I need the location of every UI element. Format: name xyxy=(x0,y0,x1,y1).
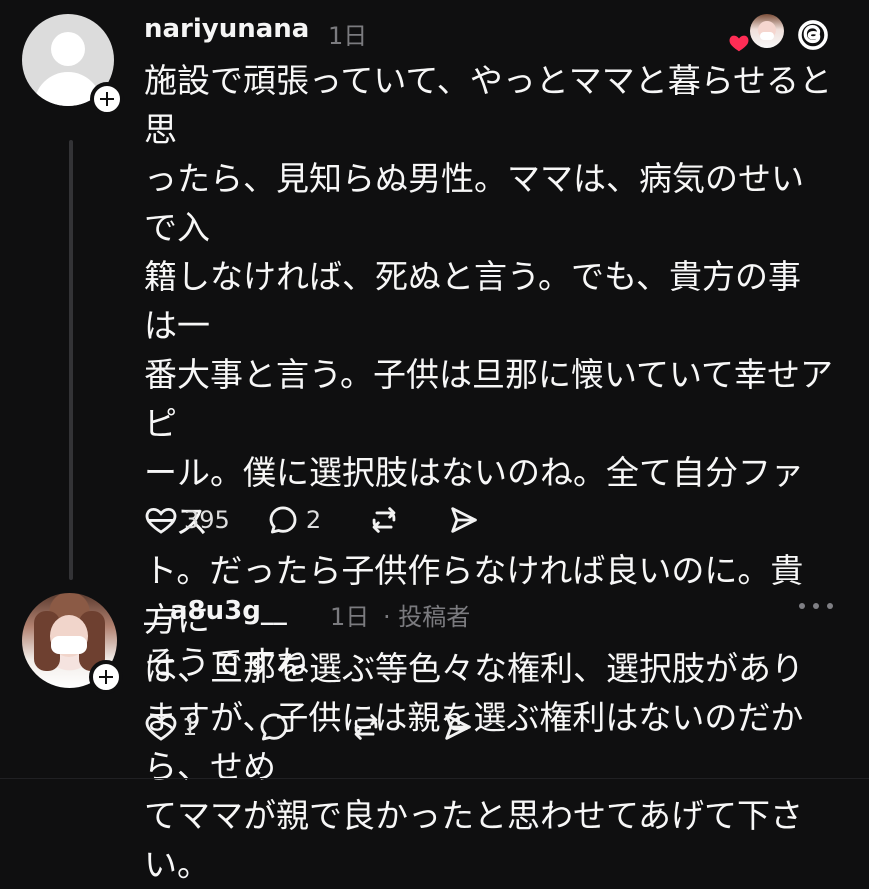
more-dot xyxy=(813,603,819,609)
main-username[interactable]: nariyunana xyxy=(144,14,309,44)
repost-icon xyxy=(354,714,378,740)
send-icon xyxy=(445,714,472,740)
main-time: 1日 xyxy=(328,22,368,50)
threads-icon[interactable] xyxy=(794,16,832,54)
reply-count: 2 xyxy=(305,506,322,534)
main-post-text: 施設で頑張っていて、やっとママと暮らせると思 ったら、見知らぬ男性。ママは、病気… xyxy=(144,61,834,884)
reply-share-button[interactable] xyxy=(441,710,475,744)
reply-repost-button[interactable] xyxy=(349,710,383,744)
bottom-divider xyxy=(0,778,869,779)
avatar-head-shape xyxy=(51,32,85,66)
heart-outline-icon xyxy=(145,714,177,741)
follow-plus-icon[interactable] xyxy=(90,82,124,116)
share-button[interactable] xyxy=(447,503,481,537)
comment-icon xyxy=(260,713,288,741)
reply-avatar[interactable] xyxy=(22,593,123,694)
send-icon xyxy=(451,507,477,533)
liked-by-avatar[interactable] xyxy=(750,14,784,48)
thread-line xyxy=(69,140,73,580)
author-label: · 投稿者 xyxy=(383,603,471,631)
main-post-actions: 395 2 xyxy=(144,503,517,537)
reply-post-text: そうですね xyxy=(144,643,309,682)
more-icon[interactable] xyxy=(797,596,835,616)
reply-button[interactable]: 2 xyxy=(266,503,321,537)
reply-time: 1日 xyxy=(330,603,370,631)
follow-plus-icon[interactable] xyxy=(89,660,123,694)
more-dot xyxy=(827,603,833,609)
top-right-icons xyxy=(728,14,838,58)
reply-like-button[interactable]: 1 xyxy=(144,710,197,744)
main-avatar[interactable] xyxy=(22,14,124,116)
reply-post-actions: 1 xyxy=(144,710,511,744)
repost-icon xyxy=(372,507,396,533)
more-dot xyxy=(799,603,805,609)
heart-outline-icon xyxy=(145,507,177,534)
comment-icon xyxy=(269,506,297,534)
repost-button[interactable] xyxy=(367,503,401,537)
like-button[interactable]: 395 xyxy=(144,503,230,537)
reply-comment-button[interactable] xyxy=(257,710,291,744)
like-count: 395 xyxy=(184,506,230,534)
reply-like-count: 1 xyxy=(182,713,198,741)
reply-username[interactable]: __a8u3g__ xyxy=(144,596,287,626)
heart-icon xyxy=(729,35,749,52)
avatar-mask xyxy=(51,636,87,654)
